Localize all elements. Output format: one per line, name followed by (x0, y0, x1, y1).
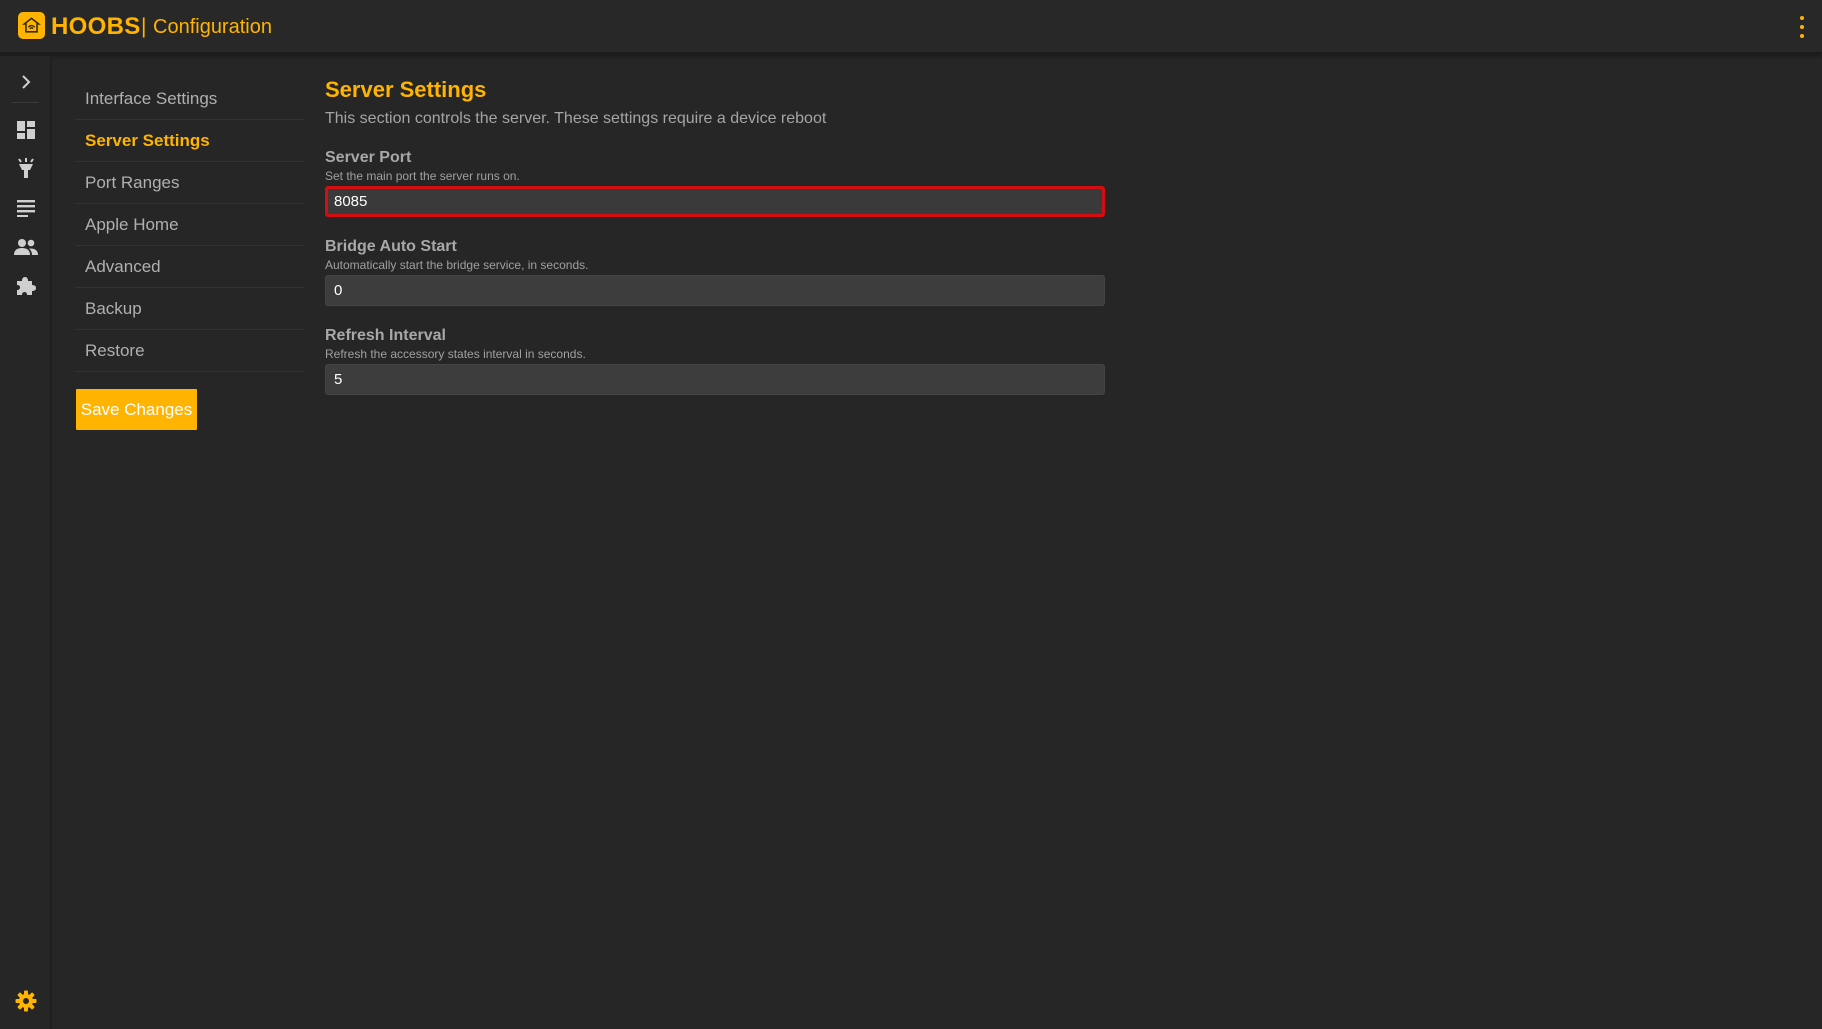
subnav-item-apple-home[interactable]: Apple Home (75, 204, 305, 246)
section-title: Server Settings (325, 77, 487, 102)
section-description: This section controls the server. These … (325, 110, 827, 127)
refresh-interval-field: Refresh Interval Refresh the accessory s… (325, 326, 1105, 395)
rail-divider (12, 102, 38, 103)
field-label: Bridge Auto Start (325, 238, 457, 255)
field-help: Refresh the accessory states interval in… (325, 347, 586, 361)
dashboard-icon[interactable] (12, 116, 40, 144)
server-port-field: Server Port Set the main port the server… (325, 148, 1105, 217)
field-help: Set the main port the server runs on. (325, 169, 520, 183)
subnav-item-port-ranges[interactable]: Port Ranges (75, 162, 305, 204)
plugins-puzzle-icon[interactable] (12, 272, 40, 300)
nav-rail (0, 56, 52, 1029)
chevron-right-icon[interactable] (12, 68, 40, 96)
server-port-input[interactable] (325, 186, 1105, 217)
bridge-auto-start-input[interactable] (325, 275, 1105, 306)
settings-subnav: Interface Settings Server Settings Port … (75, 78, 305, 372)
bridge-auto-start-field: Bridge Auto Start Automatically start th… (325, 237, 1105, 306)
log-list-icon[interactable] (12, 194, 40, 222)
brand-name: HOOBS (51, 13, 141, 40)
save-changes-button[interactable]: Save Changes (76, 389, 197, 430)
gear-icon[interactable] (12, 987, 40, 1015)
page-title: Configuration (153, 16, 272, 38)
kebab-menu-icon[interactable] (1798, 16, 1806, 38)
field-help: Automatically start the bridge service, … (325, 258, 589, 272)
top-bar: HOOBS | Configuration (0, 0, 1822, 54)
accessories-lamp-icon[interactable] (12, 155, 40, 183)
subnav-item-advanced[interactable]: Advanced (75, 246, 305, 288)
refresh-interval-input[interactable] (325, 364, 1105, 395)
field-label: Server Port (325, 149, 412, 166)
hoobs-logo-icon[interactable] (18, 12, 45, 39)
users-icon[interactable] (12, 233, 40, 261)
subnav-item-backup[interactable]: Backup (75, 288, 305, 330)
subnav-item-server-settings[interactable]: Server Settings (75, 120, 305, 162)
brand-separator: | (141, 15, 147, 38)
server-settings-panel: Server Settings This section controls th… (325, 74, 1105, 395)
field-label: Refresh Interval (325, 327, 446, 344)
subnav-item-interface-settings[interactable]: Interface Settings (75, 78, 305, 120)
subnav-item-restore[interactable]: Restore (75, 330, 305, 372)
